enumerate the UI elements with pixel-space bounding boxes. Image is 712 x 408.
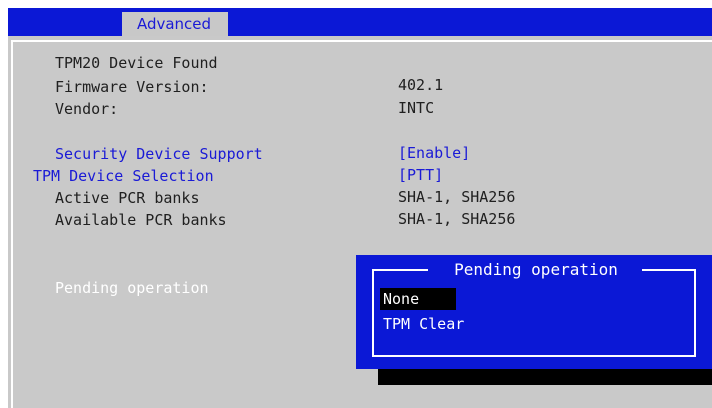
tpm-device-selection-value[interactable]: [PTT] <box>398 165 443 185</box>
pending-operation-popup: Pending operation None TPM Clear <box>356 255 712 369</box>
firmware-version-value: 402.1 <box>398 76 444 94</box>
menu-bar: Advanced <box>8 8 712 36</box>
active-pcr-banks-label: Active PCR banks <box>55 189 200 207</box>
bios-screen: Advanced TPM20 Device Found Firmware Ver… <box>0 0 712 408</box>
pending-operation-label[interactable]: Pending operation <box>55 278 209 298</box>
security-device-support-label[interactable]: Security Device Support <box>55 144 263 164</box>
active-pcr-banks-value: SHA-1, SHA256 <box>398 188 516 206</box>
available-pcr-banks-label: Available PCR banks <box>55 211 227 229</box>
tpm-device-selection-label[interactable]: TPM Device Selection <box>33 166 214 186</box>
option-tpm-clear[interactable]: TPM Clear <box>380 313 464 335</box>
tpm-found-text: TPM20 Device Found <box>55 54 218 72</box>
popup-frame-top-right <box>642 269 696 271</box>
vendor-value: INTC <box>398 99 435 117</box>
security-device-support-value[interactable]: [Enable] <box>398 143 470 163</box>
popup-title: Pending operation <box>454 260 618 279</box>
option-none[interactable]: None <box>380 288 456 310</box>
vendor-label: Vendor: <box>55 100 119 118</box>
popup-frame-top-left <box>372 269 428 271</box>
available-pcr-banks-value: SHA-1, SHA256 <box>398 210 516 228</box>
tab-advanced[interactable]: Advanced <box>122 12 228 36</box>
firmware-version-label: Firmware Version: <box>55 78 209 96</box>
